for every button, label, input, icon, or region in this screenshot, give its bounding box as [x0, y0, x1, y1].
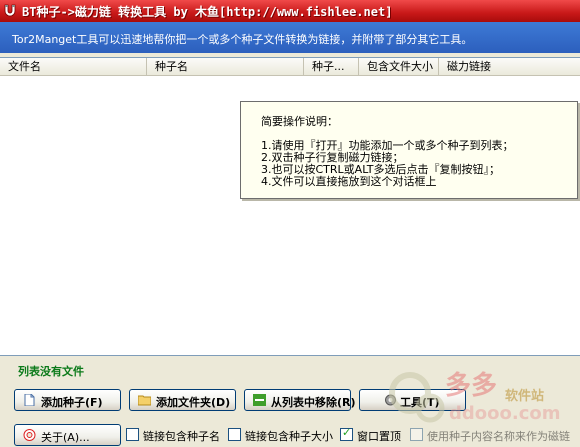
remove-icon [253, 394, 266, 406]
column-header-filename[interactable]: 文件名 [0, 58, 147, 75]
description-text: Tor2Manget工具可以迅速地帮你把一个或多个种子文件转换为链接，并附带了部… [12, 33, 473, 46]
lifebuoy-icon [23, 429, 36, 441]
checkbox-always-on-top[interactable] [340, 426, 353, 441]
about-button[interactable]: 关于(A)... [14, 424, 121, 446]
checkbox-include-name[interactable] [126, 428, 139, 441]
column-header-torrent-size[interactable]: 种子... [304, 58, 359, 75]
remove-from-list-button[interactable]: 从列表中移除(R) [244, 389, 356, 411]
option-label: 使用种子内容名称来作为磁链 [427, 430, 570, 443]
help-panel: 简要操作说明： 1.请使用『打开』功能添加一个或多个种子到列表； 2.双击种子行… [240, 101, 578, 199]
add-folder-label: 添加文件夹(D) [156, 396, 231, 409]
option-label: 链接包含种子名 [143, 430, 220, 443]
title-bar: BT种子->磁力链 转换工具 by 木鱼[http://www.fishlee.… [0, 0, 580, 22]
tools-label: 工具(T) [400, 396, 440, 409]
watermark-text-site: 软件站 [505, 389, 545, 404]
add-torrent-label: 添加种子(F) [41, 396, 103, 409]
tools-button[interactable]: 工具(T) [359, 389, 466, 411]
column-header-torrent-name[interactable]: 种子名 [147, 58, 304, 75]
magnet-icon [4, 4, 16, 17]
status-text: 列表没有文件 [18, 365, 84, 378]
folder-icon [138, 395, 151, 406]
checkbox-include-size[interactable] [228, 428, 241, 441]
column-header-magnet-link[interactable]: 磁力链接 [439, 58, 580, 75]
option-label: 链接包含种子大小 [245, 430, 333, 443]
checkbox-use-content-name[interactable] [410, 428, 423, 441]
help-title: 简要操作说明： [261, 115, 338, 128]
option-label: 窗口置顶 [357, 430, 401, 443]
description-banner: Tor2Manget工具可以迅速地帮你把一个或多个种子文件转换为链接，并附带了部… [0, 22, 580, 53]
help-line: 4.文件可以直接拖放到这个对话框上 [261, 175, 437, 188]
window-title: BT种子->磁力链 转换工具 by 木鱼[http://www.fishlee.… [22, 5, 393, 19]
about-label: 关于(A)... [41, 431, 90, 444]
add-folder-button[interactable]: 添加文件夹(D) [129, 389, 236, 411]
list-header: 文件名 种子名 种子... 包含文件大小 磁力链接 [0, 58, 580, 76]
gear-icon [385, 394, 396, 406]
column-header-content-size[interactable]: 包含文件大小 [359, 58, 439, 75]
remove-label: 从列表中移除(R) [271, 396, 356, 409]
document-icon [24, 394, 35, 406]
add-torrent-button[interactable]: 添加种子(F) [14, 389, 121, 411]
